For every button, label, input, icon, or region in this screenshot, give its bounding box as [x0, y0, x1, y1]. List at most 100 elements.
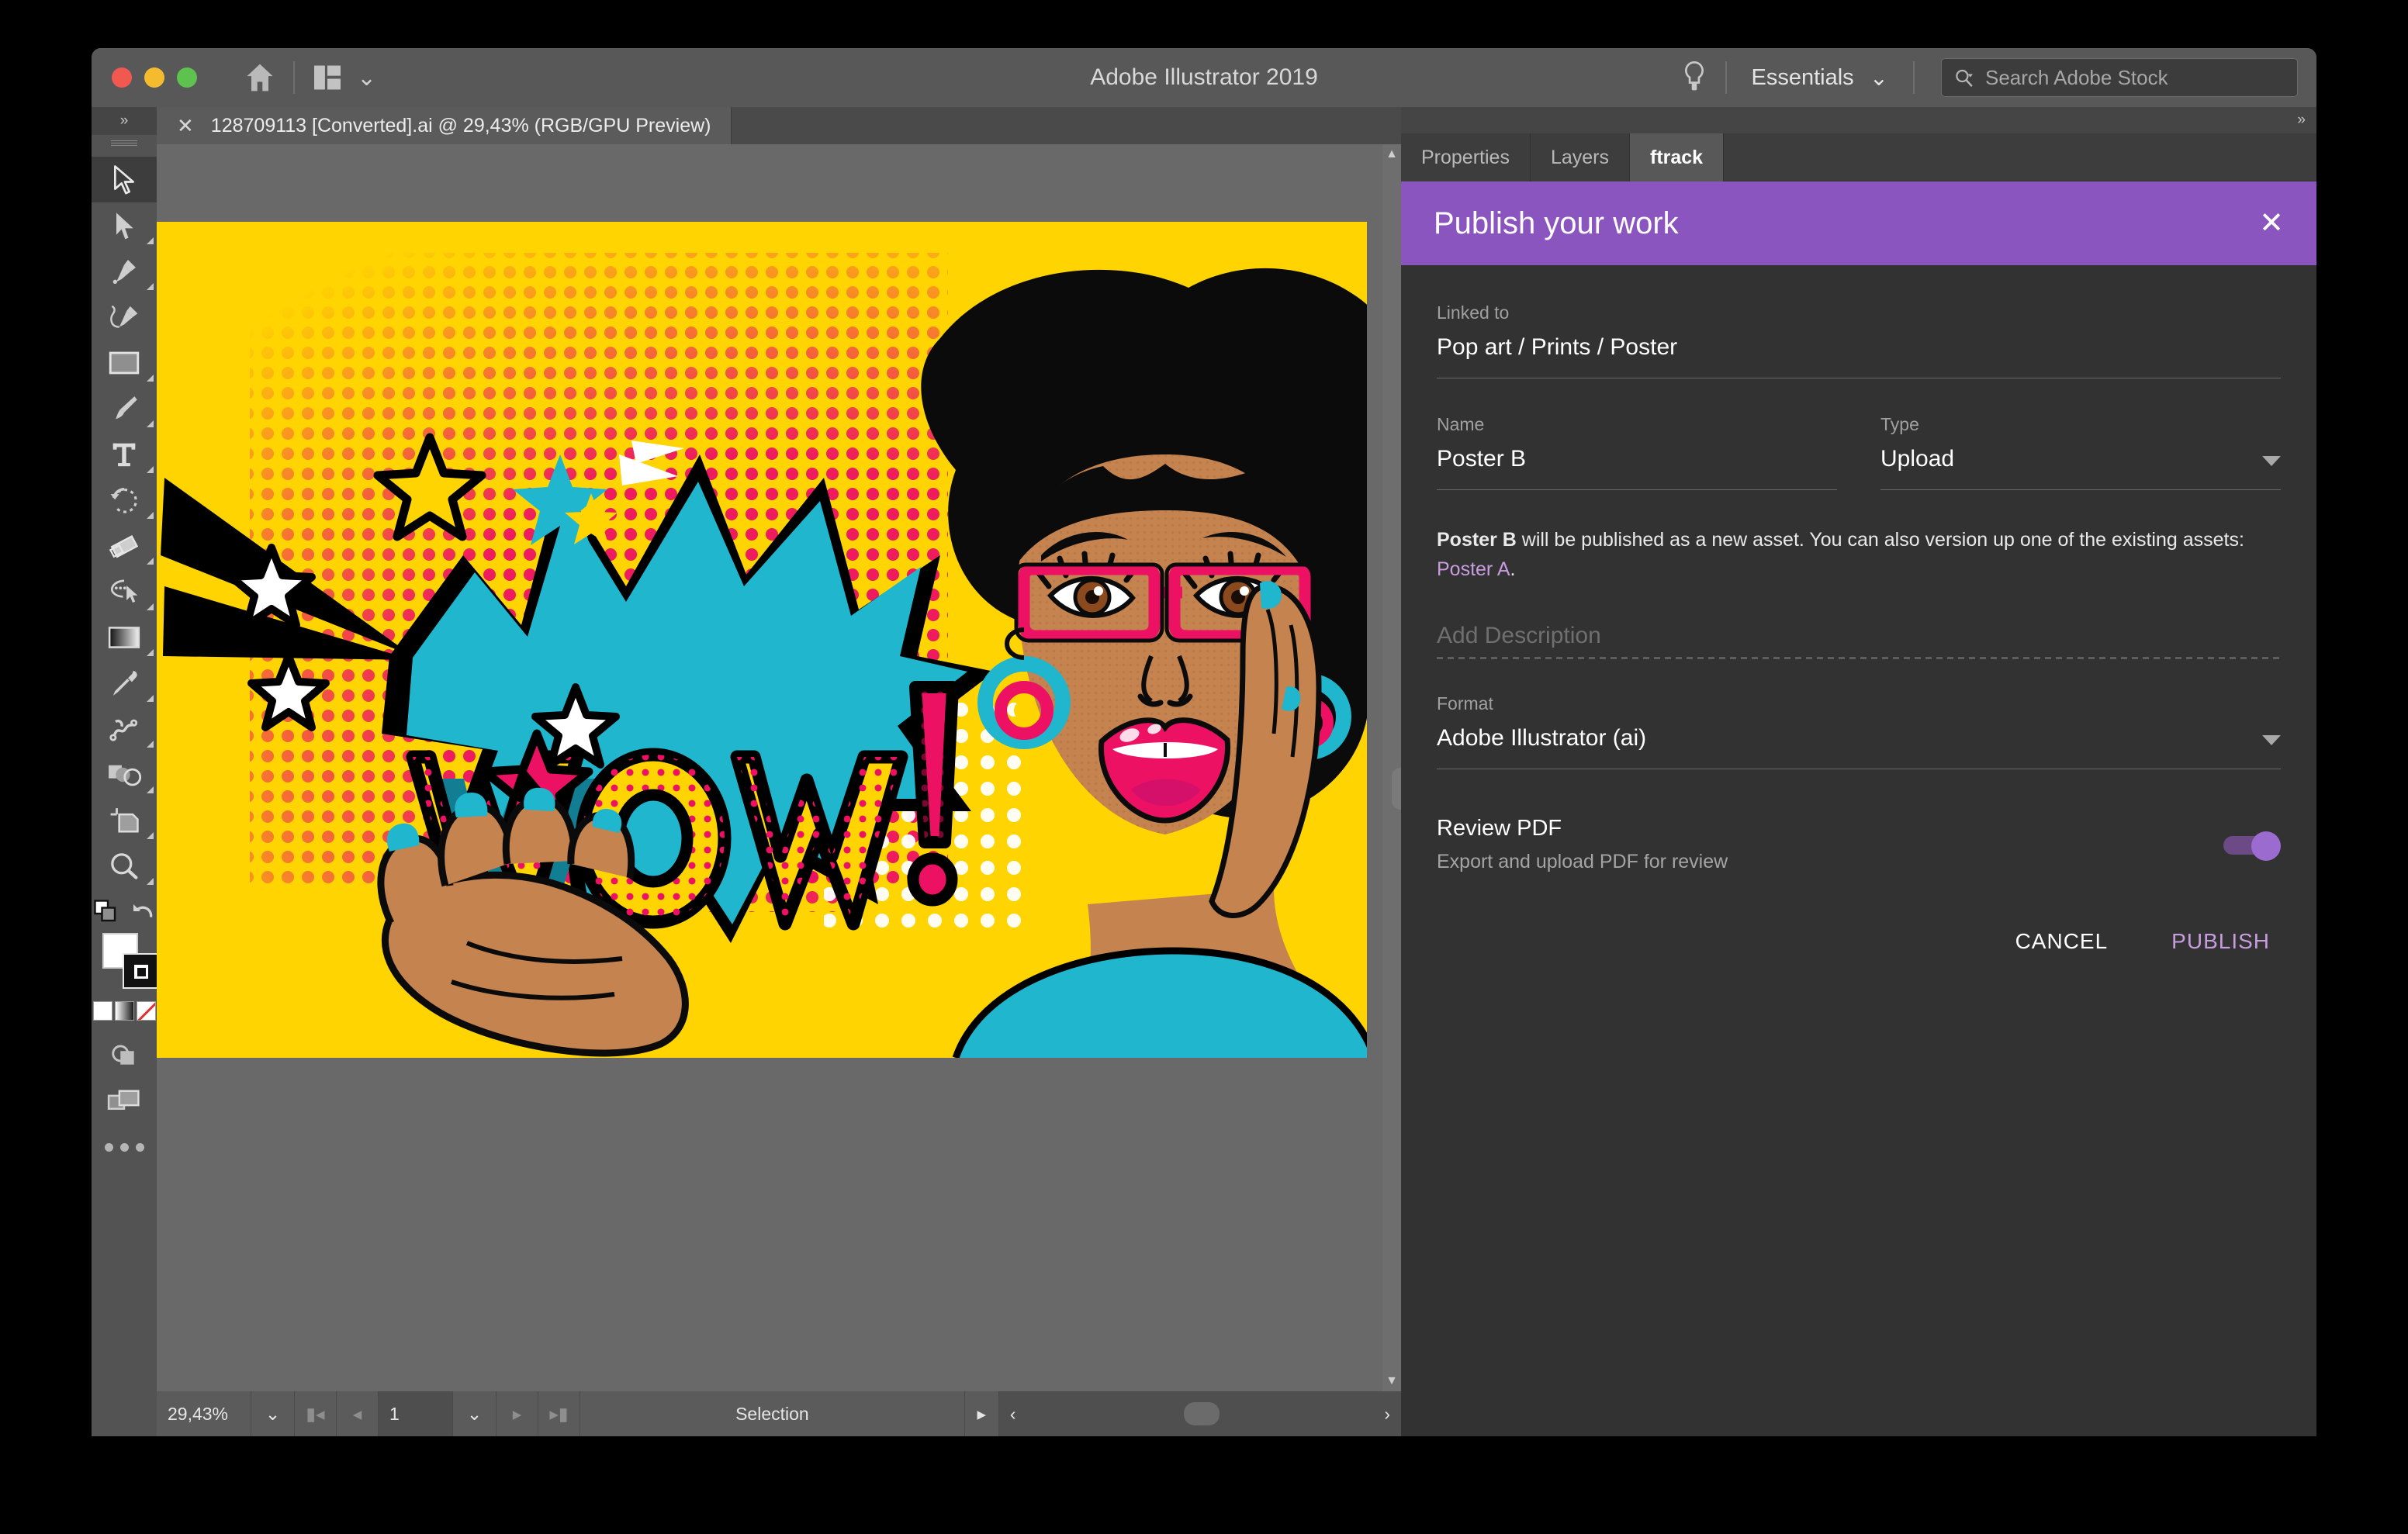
direct-selection-tool[interactable] — [92, 202, 157, 248]
review-pdf-row: Review PDF Export and upload PDF for rev… — [1437, 816, 2281, 873]
name-input[interactable]: Poster B — [1437, 446, 1837, 472]
publish-actions: CANCEL PUBLISH — [1437, 929, 2281, 954]
publish-button[interactable]: PUBLISH — [2171, 929, 2270, 954]
review-pdf-toggle[interactable] — [2223, 833, 2281, 856]
eraser-tool[interactable] — [92, 523, 157, 568]
bottom-tool-group — [92, 1031, 157, 1123]
title-bar-right: Essentials ⌄ Search Adobe Stock — [1674, 48, 2298, 107]
document-tab[interactable]: ✕ 128709113 [Converted].ai @ 29,43% (RGB… — [157, 107, 732, 144]
gradient-swatch-button[interactable] — [115, 1001, 134, 1021]
tool-flyout-indicator — [147, 649, 154, 656]
eyedropper-tool[interactable] — [92, 660, 157, 706]
arrange-documents-icon[interactable] — [306, 58, 349, 97]
last-page-icon[interactable]: ▸▮ — [538, 1391, 580, 1436]
chevron-down-icon[interactable] — [2262, 735, 2281, 745]
search-input[interactable]: Search Adobe Stock — [1941, 58, 2298, 97]
canvas[interactable]: ▲ ▼ — [157, 144, 1401, 1391]
type-label: Type — [1880, 414, 2281, 435]
prev-page-icon[interactable]: ◂ — [337, 1391, 379, 1436]
drawing-modes-icon[interactable] — [92, 1031, 157, 1077]
page-number-field[interactable]: 1 — [379, 1391, 453, 1436]
tool-flyout-indicator — [147, 283, 154, 290]
chevron-down-icon[interactable] — [2262, 456, 2281, 466]
lightbulb-icon[interactable] — [1674, 57, 1714, 98]
format-field[interactable]: Format Adobe Illustrator (ai) — [1437, 693, 2281, 769]
scrollbar-thumb[interactable] — [1184, 1402, 1220, 1425]
cancel-button[interactable]: CANCEL — [2015, 929, 2109, 954]
artboard-tool[interactable] — [92, 797, 157, 843]
tab-layers[interactable]: Layers — [1531, 133, 1630, 181]
artboard-artwork[interactable] — [157, 222, 1367, 1058]
status-menu-icon[interactable]: ▸ — [965, 1391, 999, 1436]
zoom-window-button[interactable] — [177, 67, 197, 88]
status-bar: 29,43% ⌄ ▮◂ ◂ 1 ⌄ ▸ ▸▮ Selection ▸ ‹ › — [157, 1391, 1401, 1436]
color-swatch-button[interactable] — [93, 1001, 112, 1021]
zoom-level-field[interactable]: 29,43% — [157, 1391, 251, 1436]
workspace-label: Essentials — [1752, 65, 1854, 91]
name-field[interactable]: Name Poster B — [1437, 414, 1837, 490]
workspace-switcher[interactable]: Essentials ⌄ — [1738, 64, 1902, 92]
close-icon[interactable]: ✕ — [2259, 209, 2284, 238]
linked-to-field[interactable]: Linked to Pop art / Prints / Poster — [1437, 302, 2281, 378]
type-tool[interactable] — [92, 431, 157, 477]
zoom-tool[interactable] — [92, 843, 157, 889]
arrange-chevron-icon[interactable]: ⌄ — [357, 64, 376, 92]
panel-collapse-button[interactable]: » — [1401, 107, 2316, 133]
right-panel: » Properties Layers ftrack Publish your … — [1401, 107, 2316, 1436]
tool-list — [92, 150, 157, 889]
next-page-icon[interactable]: ▸ — [496, 1391, 538, 1436]
panel-resize-handle[interactable] — [1392, 768, 1401, 810]
swap-fill-stroke-icon[interactable] — [94, 900, 117, 927]
existing-asset-link[interactable]: Poster A — [1437, 558, 1510, 580]
none-swatch-button[interactable] — [137, 1001, 156, 1021]
fill-stroke-swatches[interactable] — [92, 928, 157, 1000]
tool-flyout-indicator — [147, 237, 154, 244]
rectangle-tool[interactable] — [92, 340, 157, 385]
type-field[interactable]: Type Upload — [1880, 414, 2281, 490]
rotate-tool[interactable] — [92, 477, 157, 523]
more-tools-icon[interactable] — [92, 1143, 157, 1152]
close-window-button[interactable] — [112, 67, 132, 88]
name-label: Name — [1437, 414, 1837, 435]
first-page-icon[interactable]: ▮◂ — [295, 1391, 337, 1436]
tab-ftrack[interactable]: ftrack — [1630, 133, 1724, 181]
paintbrush-tool[interactable] — [92, 385, 157, 431]
blend-tool[interactable] — [92, 706, 157, 751]
tool-flyout-indicator — [147, 741, 154, 748]
zoom-dropdown-icon[interactable]: ⌄ — [251, 1391, 295, 1436]
stroke-swatch[interactable] — [123, 953, 158, 989]
tools-collapse-button[interactable]: » — [92, 107, 157, 135]
selection-tool[interactable] — [92, 157, 157, 202]
review-pdf-title: Review PDF — [1437, 816, 1728, 841]
minimize-window-button[interactable] — [144, 67, 164, 88]
shape-builder-tool[interactable] — [92, 751, 157, 797]
screen-mode-icon[interactable] — [92, 1077, 157, 1123]
canvas-horizontal-scrollbar[interactable]: ‹ › — [999, 1391, 1401, 1436]
document-area: ✕ 128709113 [Converted].ai @ 29,43% (RGB… — [157, 107, 1401, 1436]
tools-drag-grip[interactable] — [92, 135, 157, 150]
scroll-left-icon[interactable]: ‹ — [1010, 1404, 1016, 1425]
publish-note-text: will be published as a new asset. You ca… — [1517, 529, 2244, 551]
divider — [293, 61, 295, 94]
close-icon[interactable]: ✕ — [177, 114, 194, 138]
gradient-tool[interactable] — [92, 614, 157, 660]
page-dropdown-icon[interactable]: ⌄ — [453, 1391, 496, 1436]
type-select-value[interactable]: Upload — [1880, 446, 1954, 472]
scroll-right-icon[interactable]: › — [1384, 1404, 1390, 1425]
home-icon[interactable] — [237, 55, 282, 100]
default-fill-stroke-icon[interactable] — [131, 900, 154, 926]
traffic-lights — [112, 67, 197, 88]
document-tab-title: 128709113 [Converted].ai @ 29,43% (RGB/G… — [211, 115, 711, 137]
name-type-row: Name Poster B Type Upload — [1437, 414, 2281, 490]
scroll-up-icon[interactable]: ▲ — [1382, 144, 1401, 164]
tool-flyout-indicator — [147, 512, 154, 519]
tab-properties[interactable]: Properties — [1401, 133, 1531, 181]
curvature-tool[interactable] — [92, 294, 157, 340]
tools-divider — [92, 889, 157, 900]
tools-panel: » — [92, 107, 157, 1436]
description-field[interactable]: Add Description — [1437, 623, 2281, 659]
pen-tool[interactable] — [92, 248, 157, 294]
scroll-down-icon[interactable]: ▼ — [1382, 1371, 1401, 1391]
format-select-value[interactable]: Adobe Illustrator (ai) — [1437, 725, 1646, 751]
scale-tool[interactable] — [92, 568, 157, 614]
